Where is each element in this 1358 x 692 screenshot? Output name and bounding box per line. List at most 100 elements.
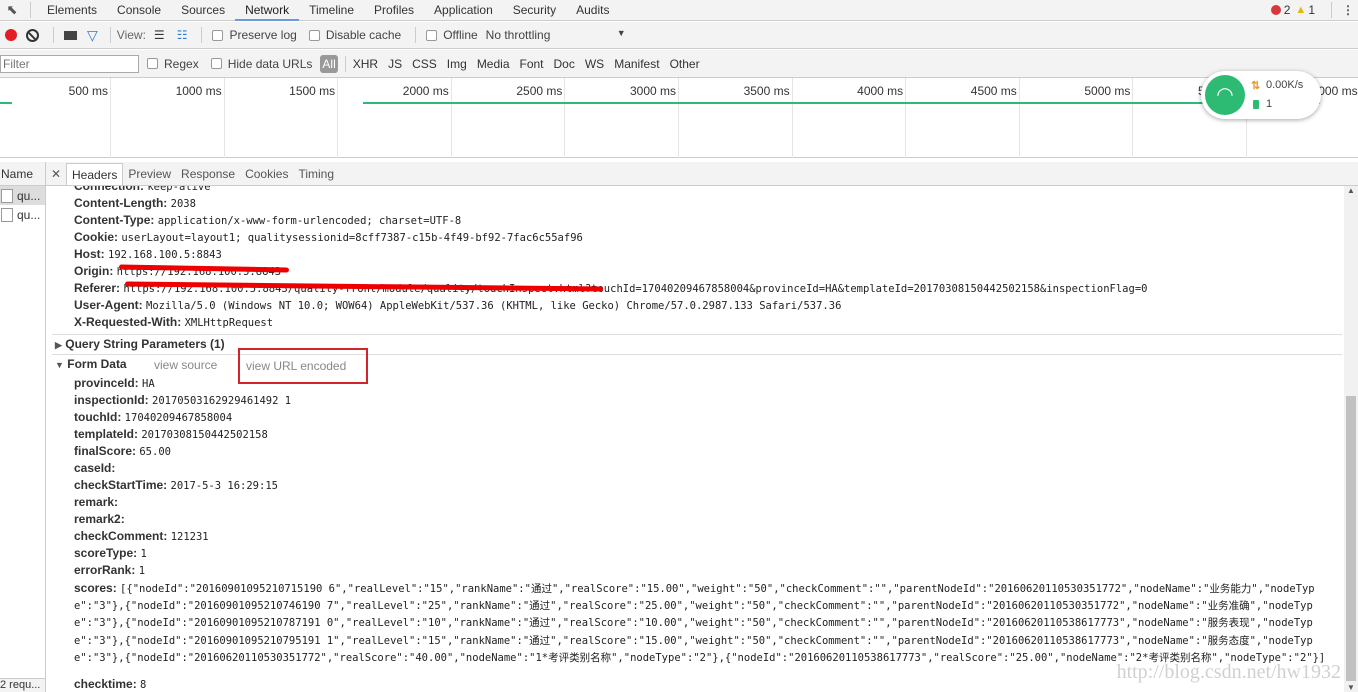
field-value: 20170503162929461492 1 [152, 395, 292, 407]
triangle-down-icon: ▼ [55, 360, 64, 370]
tab-timeline[interactable]: Timeline [299, 0, 364, 21]
clear-icon[interactable] [26, 28, 39, 42]
request-row[interactable]: qu... [0, 205, 45, 224]
timeline-overview[interactable]: 500 ms 1000 ms 1500 ms 2000 ms 2500 ms 3000 m… [0, 78, 1358, 158]
inspect-element-icon[interactable]: ⬉ [0, 2, 24, 18]
file-icon [1, 207, 13, 222]
throttling-select[interactable]: No throttling ▼ [486, 28, 626, 42]
type-filter-other[interactable]: Other [670, 57, 700, 71]
disable-cache-label: Disable cache [325, 28, 402, 42]
record-button[interactable] [5, 29, 17, 41]
divider [415, 27, 417, 43]
field-value: 192.168.100.5:8843 [108, 249, 222, 261]
tick-label: 5000 ms [1084, 84, 1131, 98]
name-column-header[interactable]: Name [0, 162, 45, 186]
tab-profiles[interactable]: Profiles [364, 0, 424, 21]
type-filter-manifest[interactable]: Manifest [614, 57, 659, 71]
preserve-log-checkbox[interactable]: Preserve log [208, 28, 297, 42]
scrollbar-thumb[interactable] [1346, 396, 1356, 681]
field-value: 8 [140, 679, 147, 691]
error-icon[interactable] [1270, 5, 1281, 15]
form-data-section-toggle[interactable]: ▼ Form Data [55, 357, 127, 371]
type-filter-media[interactable]: Media [477, 57, 510, 71]
field-key: scoreType: [74, 546, 138, 560]
view-url-encoded-link[interactable]: view URL encoded [238, 348, 368, 384]
filter-bar: Regex Hide data URLs All XHR JS CSS Img … [0, 50, 1358, 78]
filter-icon[interactable]: ▽ [87, 27, 98, 44]
scrollbar[interactable]: ▲ ▼ [1344, 186, 1358, 692]
timeline-tick: 3500 ms [744, 78, 793, 158]
scroll-up-icon[interactable]: ▲ [1344, 186, 1358, 195]
filter-input[interactable] [0, 54, 139, 73]
tick-label: 1000 ms [175, 84, 222, 98]
large-rows-icon[interactable]: ☰ [154, 28, 165, 42]
form-data-title: Form Data [67, 357, 127, 371]
request-header-row: Host: 192.168.100.5:8843 [74, 246, 222, 264]
tab-elements[interactable]: Elements [37, 0, 107, 21]
tab-cookies[interactable]: Cookies [240, 163, 293, 185]
warning-count[interactable]: 1 [1308, 3, 1315, 17]
field-key: remark: [74, 495, 119, 509]
form-data-row: scoreType: 1 [74, 545, 147, 563]
type-filter-font[interactable]: Font [520, 57, 544, 71]
form-data-row: errorRank: 1 [74, 562, 145, 580]
warning-icon[interactable]: ▲ [1295, 4, 1306, 16]
field-key: provinceId: [74, 376, 139, 390]
type-filter-js[interactable]: JS [388, 57, 402, 71]
field-value: [{"nodeId":"20160901095210715190 6","rea… [74, 583, 1326, 664]
timeline-tick: 2500 ms [516, 78, 566, 158]
divider [53, 27, 54, 43]
type-filter-img[interactable]: Img [447, 57, 467, 71]
hide-data-urls-checkbox[interactable]: Hide data URLs [207, 57, 312, 71]
error-count[interactable]: 2 [1284, 3, 1291, 17]
request-name: qu... [17, 188, 41, 203]
field-value: Mozilla/5.0 (Windows NT 10.0; WOW64) App… [146, 300, 842, 312]
chevron-down-icon: ▼ [616, 28, 626, 38]
network-speed-widget[interactable]: ◠ ⇅ 0.00K/s 1 [1201, 71, 1321, 119]
type-filter-all[interactable]: All [320, 54, 338, 73]
tab-audits[interactable]: Audits [566, 0, 619, 21]
offline-checkbox[interactable]: Offline [422, 28, 478, 42]
tab-headers[interactable]: Headers [66, 163, 124, 185]
tab-console[interactable]: Console [107, 0, 171, 21]
tab-sources[interactable]: Sources [171, 0, 235, 21]
type-filter-css[interactable]: CSS [412, 57, 437, 71]
more-menu-icon[interactable]: ⋮ [1338, 3, 1358, 17]
tab-response[interactable]: Response [176, 163, 240, 185]
detail-tab-bar: ✕ Headers Preview Response Cookies Timin… [46, 162, 1358, 186]
type-filter-xhr[interactable]: XHR [353, 57, 378, 71]
tick-label: 2500 ms [516, 84, 563, 98]
tab-timing[interactable]: Timing [293, 163, 339, 185]
tab-security[interactable]: Security [503, 0, 566, 21]
regex-checkbox[interactable]: Regex [143, 57, 199, 71]
form-data-row: touchId: 17040209467858004 [74, 409, 232, 427]
capture-screenshots-icon[interactable] [64, 30, 77, 40]
field-value: XMLHttpRequest [184, 317, 274, 329]
divider [344, 55, 346, 72]
form-data-row: remark2: [74, 511, 125, 529]
field-value: keep-alive [147, 186, 211, 193]
timeline-tick: 4000 ms [857, 78, 907, 158]
overview-icon[interactable]: ☷ [177, 28, 188, 42]
disable-cache-checkbox[interactable]: Disable cache [305, 28, 401, 42]
field-key: remark2: [74, 512, 125, 526]
tab-preview[interactable]: Preview [123, 163, 176, 185]
triangle-right-icon: ▶ [55, 340, 62, 350]
close-icon[interactable]: ✕ [46, 163, 66, 185]
type-filter-doc[interactable]: Doc [554, 57, 575, 71]
field-key: touchId: [74, 410, 122, 424]
tick-label: 3000 ms [629, 84, 676, 98]
type-filter-ws[interactable]: WS [585, 57, 604, 71]
tab-network[interactable]: Network [235, 0, 300, 21]
query-string-section-toggle[interactable]: ▶ Query String Parameters (1) [55, 337, 225, 351]
tick-label: 500 ms [68, 84, 108, 98]
field-key: templateId: [74, 427, 139, 441]
tab-application[interactable]: Application [424, 0, 503, 21]
file-icon [1, 188, 13, 203]
timeline-tick: 3000 ms [630, 78, 679, 158]
request-row[interactable]: qu... [0, 186, 45, 205]
form-data-row: inspectionId: 20170503162929461492 1 [74, 392, 291, 410]
requests-list: Name qu... qu... 2 requ... [0, 162, 46, 692]
view-source-link[interactable]: view source [154, 358, 217, 372]
scroll-down-icon[interactable]: ▼ [1344, 683, 1358, 692]
